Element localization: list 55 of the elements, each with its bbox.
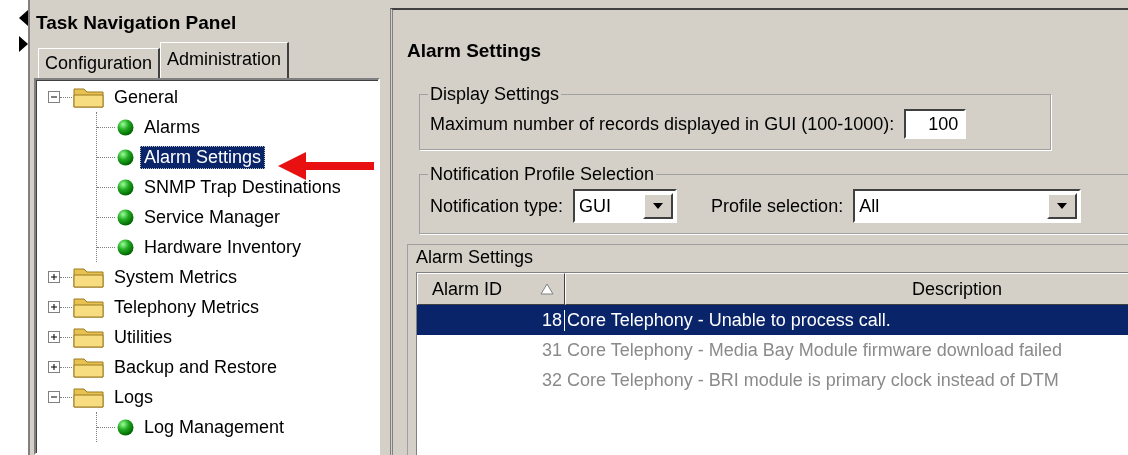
tree-item[interactable]: Log Management	[140, 415, 289, 439]
profile-dropdown[interactable]: All	[853, 189, 1082, 223]
collapse-left-icon[interactable]	[19, 10, 28, 26]
status-ball-icon	[117, 148, 134, 166]
folder-icon	[72, 85, 106, 109]
field-label: Notification type:	[430, 195, 564, 217]
table-title: Alarm Settings	[416, 247, 535, 269]
tree-item[interactable]: Alarm Settings	[140, 145, 266, 169]
field-label: Maximum number of records displayed in GUI (100-1000):	[430, 113, 895, 135]
collapse-icon[interactable]	[48, 391, 60, 403]
folder-icon	[72, 295, 106, 319]
table-cell-text: Core Telephony - Media Bay Module firmware download failed	[566, 339, 1063, 361]
tree-item[interactable]: Hardware Inventory	[140, 235, 306, 259]
tree-item[interactable]: Alarms	[140, 115, 204, 139]
column-header[interactable]: Description	[565, 273, 1128, 305]
status-ball-icon	[117, 418, 134, 436]
table-cell-text: Core Telephony - BRI module is primary clock instead of DTM	[566, 369, 1060, 391]
expand-icon[interactable]	[48, 361, 60, 373]
tree-item[interactable]: Utilities	[110, 325, 176, 349]
expand-right-icon[interactable]	[19, 36, 28, 52]
table-cell: 18	[417, 309, 565, 331]
table-cell-text: Core Telephony - Unable to process call.	[566, 309, 892, 331]
dropdown-arrow-icon	[1057, 203, 1068, 209]
expand-icon[interactable]	[48, 331, 60, 343]
group-title: Display Settings	[429, 84, 561, 105]
tree-item[interactable]: Backup and Restore	[110, 355, 282, 379]
page-title: Alarm Settings	[407, 39, 543, 63]
tab[interactable]: Administration	[160, 42, 290, 78]
tree-item[interactable]: System Metrics	[110, 265, 241, 289]
tree-item[interactable]: General	[110, 85, 183, 109]
records-input[interactable]: 100	[904, 109, 967, 139]
expand-icon[interactable]	[48, 271, 60, 283]
status-ball-icon	[117, 208, 134, 226]
tree-item[interactable]: SNMP Trap Destinations	[140, 175, 345, 199]
field-label: Profile selection:	[711, 195, 844, 217]
tree-item[interactable]: Logs	[110, 385, 158, 409]
status-ball-icon	[117, 178, 134, 196]
tree-item[interactable]: Service Manager	[140, 205, 285, 229]
tab[interactable]: Configuration	[38, 48, 161, 78]
folder-icon	[72, 325, 106, 349]
folder-icon	[72, 355, 106, 379]
group-title: Notification Profile Selection	[429, 164, 656, 185]
column-header[interactable]: Alarm ID	[417, 273, 565, 305]
table-cell-text: 31	[540, 339, 563, 361]
notification-type-dropdown[interactable]: GUI	[573, 189, 678, 223]
status-ball-icon	[117, 238, 134, 256]
dropdown-arrow-icon	[653, 203, 664, 209]
collapse-icon[interactable]	[48, 91, 60, 103]
tree-item[interactable]: Telephony Metrics	[110, 295, 264, 319]
expand-icon[interactable]	[48, 301, 60, 313]
status-ball-icon	[117, 118, 134, 136]
folder-icon	[72, 265, 106, 289]
folder-icon	[72, 385, 106, 409]
table-cell-text: 32	[540, 369, 563, 391]
panel-title: Task Navigation Panel	[35, 11, 238, 35]
